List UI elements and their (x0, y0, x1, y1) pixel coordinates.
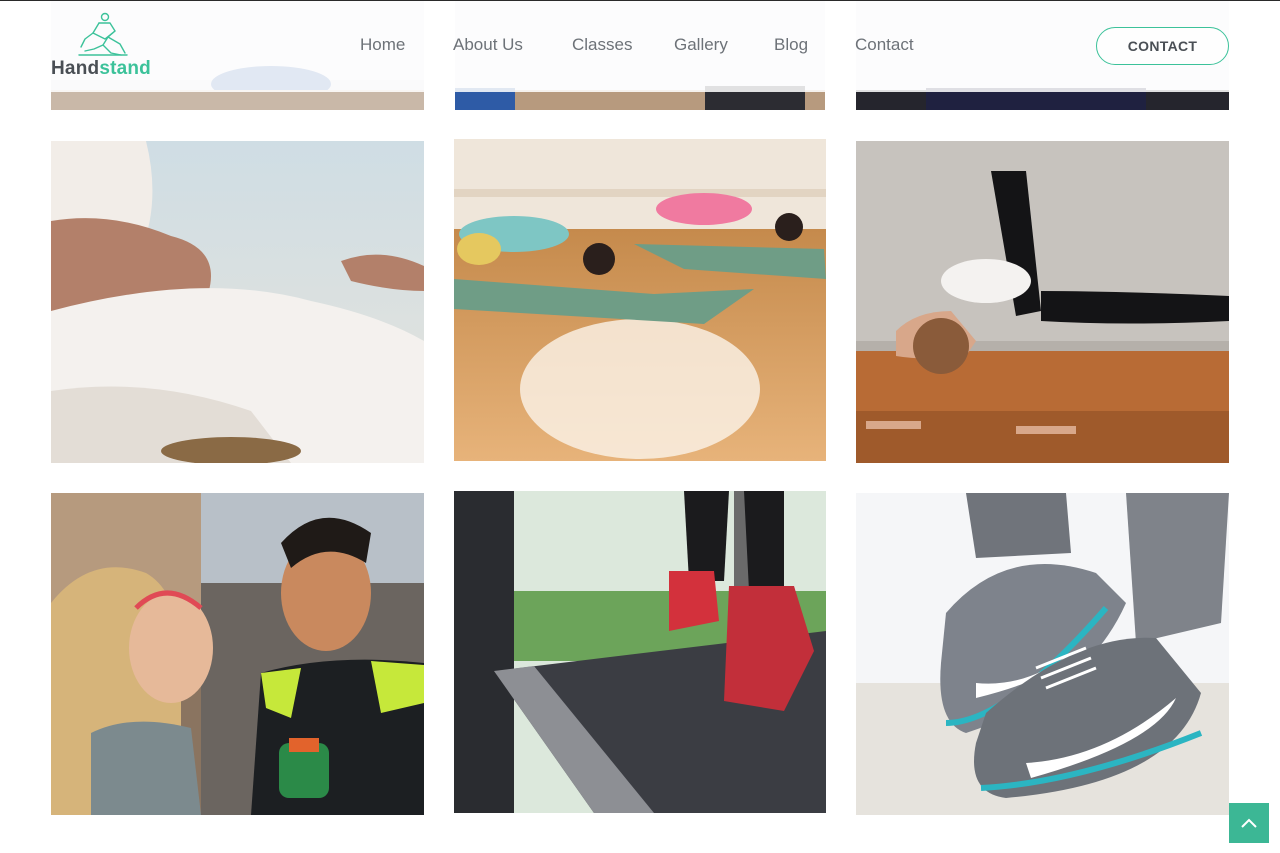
gallery-grid (0, 0, 1280, 853)
gallery-image-child-pose-yoga-class[interactable] (454, 139, 826, 461)
gallery-image-running-sneakers[interactable] (856, 493, 1229, 815)
gallery-image-treadmill-running[interactable] (454, 491, 826, 813)
site-header: Handstand Home About Us Classes Gallery … (0, 0, 1280, 92)
contact-button[interactable]: CONTACT (1096, 27, 1229, 65)
gallery-image-arm-balance-pose[interactable] (856, 141, 1229, 463)
nav-link-contact[interactable]: Contact (855, 35, 914, 55)
nav-link-classes[interactable]: Classes (572, 35, 632, 55)
brand-name: Handstand (51, 58, 151, 80)
gallery-image-meditation-hands[interactable] (51, 141, 424, 463)
nav-link-gallery[interactable]: Gallery (674, 35, 728, 55)
nav-link-about-us[interactable]: About Us (453, 35, 523, 55)
brand-logo[interactable]: Handstand (51, 11, 161, 83)
brand-name-part2: stand (99, 58, 151, 79)
scroll-to-top-button[interactable] (1229, 803, 1269, 843)
gallery-image-couple-smiling-fitness[interactable] (51, 493, 424, 815)
nav-link-home[interactable]: Home (360, 35, 405, 55)
brand-name-part1: Hand (51, 58, 100, 79)
chevron-up-icon (1241, 818, 1257, 828)
yoga-pose-logo-icon (78, 12, 128, 56)
nav-link-blog[interactable]: Blog (774, 35, 808, 55)
